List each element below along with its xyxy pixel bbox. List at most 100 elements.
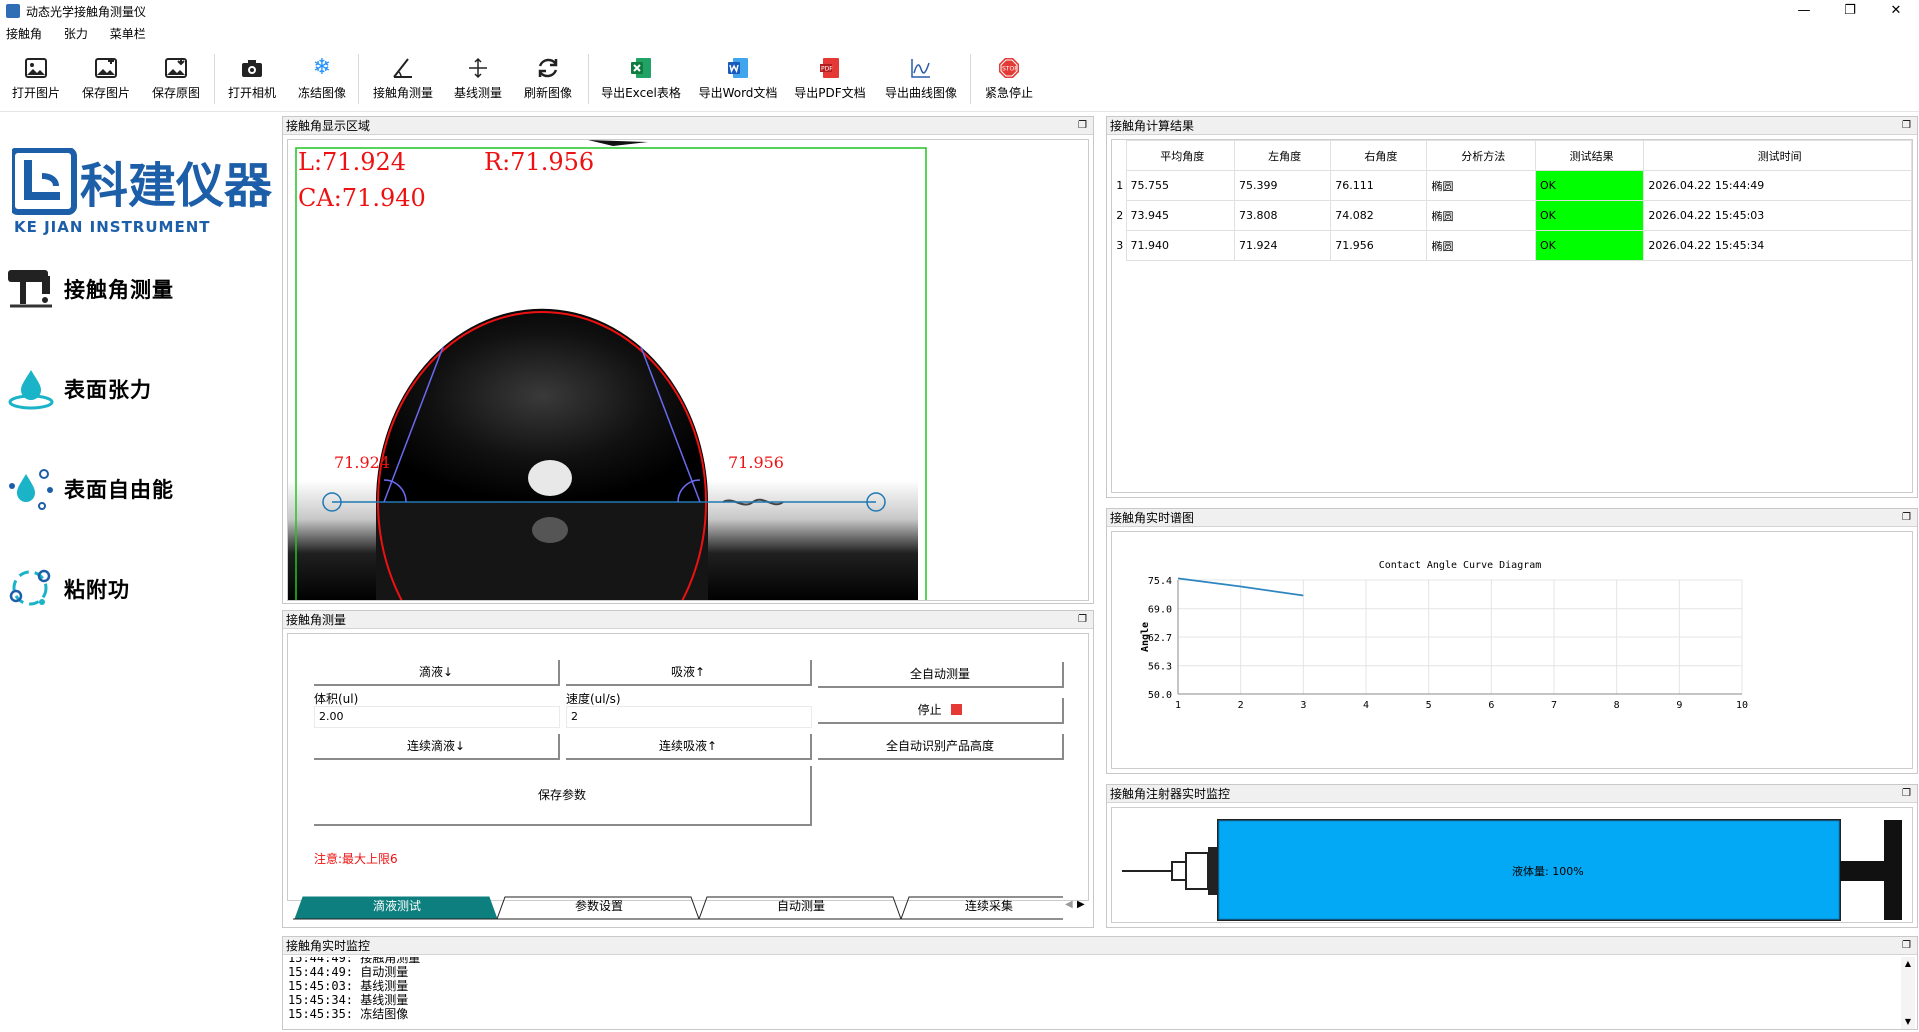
stop-button[interactable]: 停止 <box>818 698 1064 724</box>
logo-cn: 科建仪器 <box>80 158 272 214</box>
volume-input[interactable]: 2.00 <box>314 706 560 728</box>
contact-angle-measure-button[interactable]: 接触角测量 <box>368 50 438 108</box>
adhesion-icon <box>9 569 51 606</box>
column-header[interactable]: 右角度 <box>1330 140 1428 171</box>
y-tick-label: 69.0 <box>1148 605 1172 616</box>
panel-title: 接触角实时监控 <box>286 939 371 953</box>
table-row[interactable]: 2 73.945 73.808 74.082 椭圆 OK 2026.04.22 … <box>1112 200 1912 231</box>
toolbar-separator <box>588 54 589 104</box>
drip-button[interactable]: 滴液↓ <box>314 660 560 686</box>
nav-surface-tension[interactable]: 表面张力 <box>6 360 266 416</box>
stop-square-icon <box>951 704 963 715</box>
scroll-down-icon[interactable]: ▼ <box>1901 1015 1915 1029</box>
nav-adhesion-work[interactable]: 粘附功 <box>6 560 266 616</box>
display-panel: 接触角显示区域 ❐ L:71.924 R:71.956 CA:71.940 71… <box>282 116 1094 604</box>
float-icon[interactable]: ❐ <box>1902 509 1911 527</box>
close-button[interactable]: ✕ <box>1873 0 1919 22</box>
minimize-button[interactable]: — <box>1781 0 1827 22</box>
menu-menubar[interactable]: 菜单栏 <box>104 24 152 44</box>
auto-measure-button[interactable]: 全自动测量 <box>818 662 1064 688</box>
emergency-stop-button[interactable]: STOP 紧急停止 <box>978 50 1040 108</box>
refresh-icon <box>538 58 558 78</box>
y-tick-label: 75.4 <box>1148 576 1172 587</box>
export-excel-button[interactable]: 导出Excel表格 <box>598 50 684 108</box>
tab-auto-measure[interactable]: 自动测量 <box>707 895 895 917</box>
curve-chart[interactable]: Contact Angle Curve Diagram 1 2 3 4 5 6 7 8 9 10 75… <box>1111 531 1913 769</box>
syringe-label: 液体量: 100% <box>1512 864 1584 878</box>
tab-drip-test[interactable]: 滴液测试 <box>303 895 491 917</box>
company-logo: 科建仪器 KE JIAN INSTRUMENT <box>9 147 273 238</box>
tab-param-settings[interactable]: 参数设置 <box>505 895 693 917</box>
save-image-button[interactable]: 保存图片 <box>78 50 134 108</box>
title-bar: 动态光学接触角测量仪 — ❐ ✕ <box>0 0 1919 22</box>
open-image-button[interactable]: 打开图片 <box>8 50 64 108</box>
maximize-button[interactable]: ❐ <box>1827 0 1873 22</box>
float-icon[interactable]: ❐ <box>1078 117 1087 135</box>
export-curve-button[interactable]: 导出曲线图像 <box>880 50 962 108</box>
float-icon[interactable]: ❐ <box>1078 611 1087 629</box>
results-table: 平均角度 左角度 右角度 分析方法 测试结果 测试时间 1 75.755 75.… <box>1112 140 1912 261</box>
continuous-suck-button[interactable]: 连续吸液↑ <box>566 734 812 760</box>
column-header[interactable]: 左角度 <box>1233 140 1332 171</box>
curve-svg: Contact Angle Curve Diagram 1 2 3 4 5 6 7 8 9 10 75… <box>1140 560 1748 711</box>
table-row[interactable]: 3 71.940 71.924 71.956 椭圆 OK 2026.04.22 … <box>1112 230 1912 261</box>
toolbar-label: 导出Excel表格 <box>601 86 681 100</box>
column-header[interactable]: 平均角度 <box>1125 140 1235 171</box>
cell-right: 76.111 <box>1330 170 1428 201</box>
tab-continuous-capture[interactable]: 连续采集 <box>909 895 1069 917</box>
menu-tension[interactable]: 张力 <box>58 24 94 44</box>
table-header-row: 平均角度 左角度 右角度 分析方法 测试结果 测试时间 <box>1112 140 1912 171</box>
refresh-image-button[interactable]: 刷新图像 <box>520 50 576 108</box>
x-tick-label: 4 <box>1363 700 1369 711</box>
panel-header: 接触角注射器实时监控 ❐ <box>1107 785 1917 803</box>
log-scrollbar[interactable]: ▲ ▼ <box>1901 957 1915 1029</box>
panel-title: 接触角注射器实时监控 <box>1110 787 1231 801</box>
window-title: 动态光学接触角测量仪 <box>26 5 147 19</box>
export-word-button[interactable]: 导出Word文档 <box>696 50 780 108</box>
x-tick-label: 5 <box>1426 700 1432 711</box>
y-tick-label: 50.0 <box>1148 690 1172 701</box>
tab-scroll-right-icon[interactable]: ▶ <box>1077 899 1085 910</box>
panel-header: 接触角计算结果 ❐ <box>1107 117 1917 135</box>
toolbar-label: 冻结图像 <box>297 86 346 100</box>
auto-height-button[interactable]: 全自动识别产品高度 <box>818 734 1064 760</box>
nav-surface-free-energy[interactable]: 表面自由能 <box>6 460 266 516</box>
speed-input[interactable]: 2 <box>566 706 812 728</box>
cell-result: OK <box>1534 200 1645 231</box>
results-table-view[interactable]: 平均角度 左角度 右角度 分析方法 测试结果 测试时间 1 75.755 75.… <box>1111 139 1913 493</box>
cell-result: OK <box>1534 230 1645 261</box>
continuous-drip-button[interactable]: 连续滴液↓ <box>314 734 560 760</box>
tab-scroll-left-icon[interactable]: ◀ <box>1065 899 1073 910</box>
column-header[interactable]: 分析方法 <box>1426 140 1536 171</box>
nav-contact-angle[interactable]: 接触角测量 <box>6 260 266 316</box>
app-icon <box>6 4 20 18</box>
save-params-button[interactable]: 保存参数 <box>314 766 812 826</box>
float-icon[interactable]: ❐ <box>1902 937 1911 955</box>
freeze-image-button[interactable]: ❄ 冻结图像 <box>294 50 350 108</box>
camera-icon <box>242 60 262 77</box>
cell-left: 75.399 <box>1233 170 1332 201</box>
toolbar-label: 保存原图 <box>151 86 200 100</box>
float-icon[interactable]: ❐ <box>1902 785 1911 803</box>
open-camera-button[interactable]: 打开相机 <box>224 50 280 108</box>
menu-contact-angle[interactable]: 接触角 <box>0 24 48 44</box>
toolbar-separator <box>214 54 215 104</box>
save-original-button[interactable]: 保存原图 <box>148 50 204 108</box>
pdf-icon: PDF <box>820 58 839 78</box>
drop-image-view[interactable]: L:71.924 R:71.956 CA:71.940 71.924 71.95… <box>287 139 1089 601</box>
row-index: 3 <box>1116 239 1124 252</box>
word-icon <box>728 58 748 78</box>
sidebar: 科建仪器 KE JIAN INSTRUMENT 接触角测量 表面张力 表面自由能… <box>0 114 278 1032</box>
column-header[interactable]: 测试时间 <box>1643 140 1912 171</box>
log-text-area[interactable]: 15:44:49: 接触角测量 15:44:49: 自动测量 15:45:03:… <box>284 957 1899 1029</box>
syringe-view: 液体量: 100% <box>1111 807 1913 923</box>
baseline-icon <box>469 57 487 79</box>
scroll-up-icon[interactable]: ▲ <box>1901 957 1915 971</box>
suck-button[interactable]: 吸液↑ <box>566 660 812 686</box>
baseline-measure-button[interactable]: 基线测量 <box>450 50 506 108</box>
float-icon[interactable]: ❐ <box>1902 117 1911 135</box>
export-pdf-button[interactable]: PDF 导出PDF文档 <box>790 50 870 108</box>
column-header[interactable]: 测试结果 <box>1534 140 1645 171</box>
table-row[interactable]: 1 75.755 75.399 76.111 椭圆 OK 2026.04.22 … <box>1112 170 1912 201</box>
cell-avg: 75.755 <box>1125 170 1235 201</box>
